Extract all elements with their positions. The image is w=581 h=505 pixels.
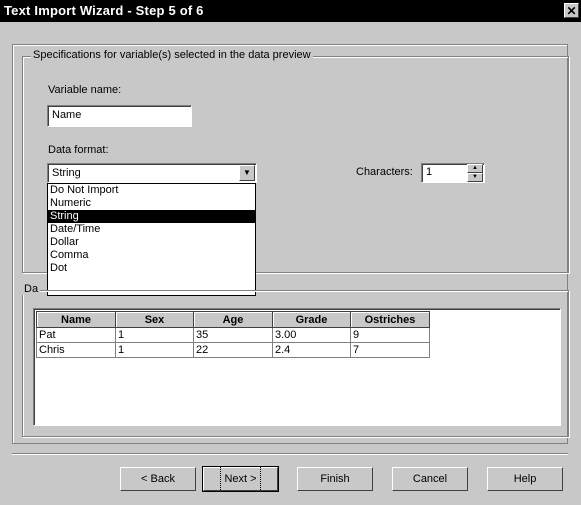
format-option-numeric[interactable]: Numeric [48,197,255,210]
characters-spinner[interactable]: ▲ ▼ [467,164,483,182]
finish-button-label: Finish [320,473,350,485]
data-format-value: String [52,167,81,179]
cancel-button-label: Cancel [412,473,448,485]
help-button-label: Help [513,473,537,485]
data-preview-grid[interactable]: Name Sex Age Grade Ostriches Pat 1 35 3.… [33,308,561,426]
table-cell: 2.4 [272,342,351,358]
window-title: Text Import Wizard - Step 5 of 6 [4,3,204,18]
table-cell: 1 [115,342,194,358]
characters-label: Characters: [356,166,413,178]
back-button[interactable]: < Back [120,467,196,491]
next-button-label: Next > [220,466,261,492]
column-header-age[interactable]: Age [193,311,273,328]
format-option-date-time[interactable]: Date/Time [48,223,255,236]
chevron-down-icon[interactable]: ▼ [239,165,255,181]
spin-down-icon[interactable]: ▼ [467,173,483,182]
variable-name-input[interactable]: Name [47,105,192,127]
close-icon[interactable]: ✕ [564,3,579,18]
title-bar: Text Import Wizard - Step 5 of 6 ✕ [0,0,581,22]
column-header-sex[interactable]: Sex [115,311,194,328]
table-header-row: Name Sex Age Grade Ostriches [36,311,430,328]
table-cell: 35 [193,327,273,343]
table-row[interactable]: Chris 1 22 2.4 7 [36,342,430,358]
variable-name-label: Variable name: [48,84,122,96]
format-option-dot[interactable]: Dot [48,262,255,275]
characters-value: 1 [426,166,433,178]
specifications-legend: Specifications for variable(s) selected … [31,49,313,61]
table-cell: Chris [36,342,116,358]
table-cell: Pat [36,327,116,343]
data-preview-legend: Da [22,283,41,295]
column-header-ostriches[interactable]: Ostriches [350,311,430,328]
data-format-label: Data format: [48,144,109,156]
format-option-comma[interactable]: Comma [48,249,255,262]
format-option-dollar[interactable]: Dollar [48,236,255,249]
data-format-dropdown-list: Do Not Import Numeric String Date/Time D… [47,183,256,296]
data-preview-table: Name Sex Age Grade Ostriches Pat 1 35 3.… [36,311,430,358]
table-cell: 22 [193,342,273,358]
back-button-label: < Back [141,473,175,485]
button-separator [12,453,568,455]
format-option-do-not-import[interactable]: Do Not Import [48,184,255,197]
table-row[interactable]: Pat 1 35 3.00 9 [36,327,430,343]
next-button[interactable]: Next > [202,466,279,492]
finish-button[interactable]: Finish [297,467,373,491]
column-header-grade[interactable]: Grade [272,311,351,328]
data-format-select[interactable]: String ▼ [47,163,257,183]
table-cell: 3.00 [272,327,351,343]
table-cell: 9 [350,327,430,343]
format-option-string[interactable]: String [48,210,255,223]
spin-up-icon[interactable]: ▲ [467,164,483,173]
help-button[interactable]: Help [487,467,563,491]
column-header-name[interactable]: Name [36,311,116,328]
table-cell: 7 [350,342,430,358]
table-cell: 1 [115,327,194,343]
cancel-button[interactable]: Cancel [392,467,468,491]
